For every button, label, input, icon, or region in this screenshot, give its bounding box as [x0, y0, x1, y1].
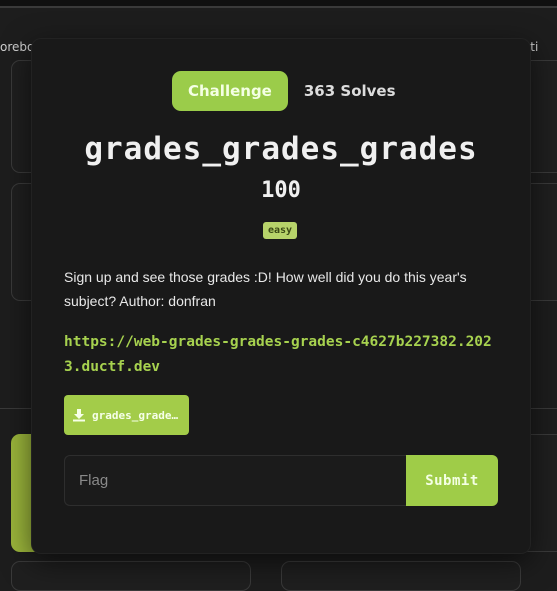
download-file-name: grades_grades_grades.zip: [92, 408, 181, 422]
download-file-button[interactable]: grades_grades_grades.zip: [64, 395, 189, 435]
submit-button[interactable]: Submit: [406, 455, 498, 506]
challenge-modal: Challenge 363 Solves grades_grades_grade…: [32, 39, 530, 553]
tab-challenge[interactable]: Challenge: [172, 71, 288, 111]
difficulty-badge: easy: [263, 222, 298, 239]
tab-solves[interactable]: 363 Solves: [304, 82, 396, 100]
scoreboard-nav-link[interactable]: orebo: [0, 40, 34, 54]
top-nav-bar: [0, 0, 557, 8]
flag-submission-form: Submit: [64, 455, 498, 506]
download-icon: [73, 409, 85, 422]
challenge-title: grades_grades_grades: [84, 131, 478, 167]
flag-input[interactable]: [64, 455, 406, 506]
challenge-points: 100: [261, 178, 301, 203]
challenge-card[interactable]: [11, 561, 251, 591]
challenge-link[interactable]: https://web-grades-grades-grades-c4627b2…: [64, 330, 504, 380]
challenge-description: Sign up and see those grades :D! How wel…: [64, 269, 467, 309]
modal-tabs: Challenge 363 Solves: [172, 71, 396, 111]
challenge-card[interactable]: [281, 561, 521, 591]
